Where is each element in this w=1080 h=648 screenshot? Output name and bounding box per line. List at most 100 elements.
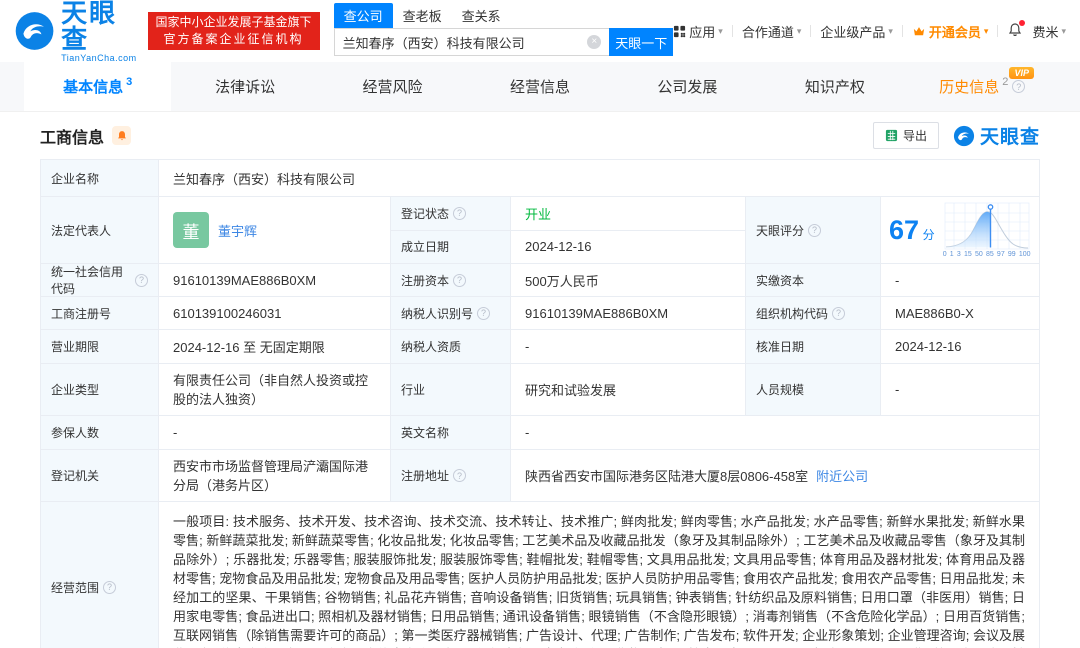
nav-divider (810, 25, 811, 37)
tianyancha-logo-icon (14, 9, 55, 53)
section-title: 工商信息 (40, 124, 104, 148)
insured-count-label: 参保人数 (41, 416, 159, 449)
approval-date-value: 2024-12-16 (881, 330, 1039, 363)
table-row: 营业期限 2024-12-16 至 无固定期限 纳税人资质 - 核准日期 202… (41, 330, 1039, 364)
company-tabbar: 基本信息 3 法律诉讼 经营风险 经营信息 公司发展 知识产权 VIP 历史信息… (0, 62, 1080, 112)
question-icon[interactable]: ? (832, 307, 845, 320)
tab-basic-info[interactable]: 基本信息 3 (24, 62, 171, 111)
company-name-value: 兰知春序（西安）科技有限公司 (159, 160, 1039, 196)
search-field: × (334, 28, 610, 56)
question-icon[interactable]: ? (453, 469, 466, 482)
establish-date-value: 2024-12-16 (511, 231, 745, 264)
tab-company-development[interactable]: 公司发展 (614, 62, 761, 111)
credit-code-label: 统一社会信用代码 ? (41, 264, 159, 296)
nav-divider (732, 25, 733, 37)
taxpayer-quality-value: - (511, 330, 746, 363)
company-type-value: 有限责任公司（非自然人投资或控股的法人独资） (159, 364, 391, 415)
nav-divider (902, 25, 903, 37)
nav-user[interactable]: 费米 ▾ (1032, 22, 1066, 41)
reg-number-label: 工商注册号 (41, 297, 159, 329)
legal-rep-label: 法定代表人 (41, 197, 159, 263)
nav-apps[interactable]: 应用 ▾ (673, 22, 723, 41)
chevron-down-icon: ▾ (797, 26, 802, 37)
tab-ip-label: 知识产权 (805, 76, 865, 97)
notification-bell[interactable] (1007, 22, 1023, 41)
question-icon[interactable]: ? (477, 307, 490, 320)
gov-badge-line2: 官方备案企业征信机构 (156, 31, 312, 48)
english-name-value: - (511, 416, 1039, 449)
reg-authority-value: 西安市市场监督管理局浐灞国际港分局（港务片区） (159, 450, 391, 501)
tab-history-info[interactable]: VIP 历史信息 2 ? (909, 62, 1056, 111)
nearby-companies-link[interactable]: 附近公司 (816, 466, 868, 485)
org-code-value: MAE886B0-X (881, 297, 1039, 329)
legal-rep-avatar[interactable]: 董 (173, 212, 209, 248)
reg-authority-label: 登记机关 (41, 450, 159, 501)
business-scope-label-text: 经营范围 (51, 579, 99, 596)
tab-operating-risk[interactable]: 经营风险 (319, 62, 466, 111)
search-module: 查公司 查老板 查关系 × 天眼一下 (334, 6, 674, 56)
search-tab-relation[interactable]: 查关系 (452, 3, 511, 28)
address-value: 陕西省西安市国际港务区陆港大厦8层0806-458室 (525, 466, 808, 485)
tab-basic-info-label: 基本信息 (63, 76, 123, 97)
approval-date-label: 核准日期 (746, 330, 881, 363)
legal-rep-link[interactable]: 董宇辉 (218, 221, 257, 240)
english-name-label: 英文名称 (391, 416, 511, 449)
chevron-down-icon: ▾ (718, 26, 723, 37)
business-scope-value: 一般项目: 技术服务、技术开发、技术咨询、技术交流、技术转让、技术推广; 鲜肉批… (159, 502, 1039, 648)
orange-bell-icon (116, 130, 128, 142)
score-axis-ticks: 0131550859799100 (943, 251, 1031, 259)
reg-capital-label: 注册资本 ? (391, 264, 511, 296)
tianyancha-logo[interactable]: 天眼查 TianYanCha.com (14, 0, 140, 63)
nav-cooperation[interactable]: 合作通道 ▾ (742, 22, 802, 41)
export-label: 导出 (903, 127, 927, 144)
nav-open-vip[interactable]: 开通会员 ▾ (912, 22, 989, 41)
nav-enterprise-products[interactable]: 企业级产品 ▾ (820, 22, 893, 41)
nav-enterprise-label: 企业级产品 (820, 22, 885, 41)
search-tab-boss[interactable]: 查老板 (393, 3, 452, 28)
reg-capital-value: 500万人民币 (511, 264, 746, 296)
question-icon[interactable]: ? (1012, 80, 1025, 93)
table-row: 企业名称 兰知春序（西安）科技有限公司 (41, 160, 1039, 197)
chevron-down-icon: ▾ (888, 26, 893, 37)
table-row: 经营范围 ? 一般项目: 技术服务、技术开发、技术咨询、技术交流、技术转让、技术… (41, 502, 1039, 648)
score-label: 天眼评分 ? (746, 197, 881, 263)
monitor-bell-button[interactable] (112, 126, 131, 145)
vip-badge: VIP (1009, 67, 1034, 79)
legal-rep-cell: 董 董宇辉 (159, 197, 391, 263)
export-button[interactable]: 导出 (873, 122, 939, 149)
search-button[interactable]: 天眼一下 (609, 28, 673, 56)
excel-export-icon (885, 129, 898, 142)
reg-number-value: 610139100246031 (159, 297, 391, 329)
search-tab-company[interactable]: 查公司 (334, 3, 393, 28)
company-type-label: 企业类型 (41, 364, 159, 415)
gov-credit-badge: 国家中小企业发展子基金旗下 官方备案企业征信机构 (148, 12, 320, 50)
taxpayer-id-label-text: 纳税人识别号 (401, 305, 473, 322)
taxpayer-id-label: 纳税人识别号 ? (391, 297, 511, 329)
tab-intellectual-property[interactable]: 知识产权 (761, 62, 908, 111)
tianyancha-mark-icon (953, 125, 975, 147)
question-icon[interactable]: ? (808, 224, 821, 237)
industry-value: 研究和试验发展 (511, 364, 746, 415)
watermark-logo: 天眼查 (953, 122, 1040, 149)
nav-vip-label: 开通会员 (929, 22, 981, 41)
tab-legal-proceedings[interactable]: 法律诉讼 (171, 62, 318, 111)
industry-label: 行业 (391, 364, 511, 415)
question-icon[interactable]: ? (103, 581, 116, 594)
table-row: 成立日期 2024-12-16 (391, 230, 745, 264)
question-icon[interactable]: ? (135, 274, 148, 287)
search-tabs: 查公司 查老板 查关系 (334, 6, 674, 28)
org-code-label-text: 组织机构代码 (756, 305, 828, 322)
score-cell[interactable]: 67 分 (881, 197, 1039, 263)
search-input[interactable] (343, 35, 588, 50)
tab-operating-info[interactable]: 经营信息 (466, 62, 613, 111)
business-scope-label: 经营范围 ? (41, 502, 159, 648)
tab-risk-label: 经营风险 (363, 76, 423, 97)
question-icon[interactable]: ? (453, 207, 466, 220)
question-icon[interactable]: ? (453, 274, 466, 287)
credit-code-value: 91610139MAE886B0XM (159, 264, 391, 296)
company-name-label: 企业名称 (41, 160, 159, 196)
score-distribution-chart: 0131550859799100 (943, 201, 1031, 259)
reg-status-label: 登记状态 ? (391, 197, 511, 230)
clear-icon[interactable]: × (587, 35, 601, 49)
nav-divider (997, 25, 998, 37)
